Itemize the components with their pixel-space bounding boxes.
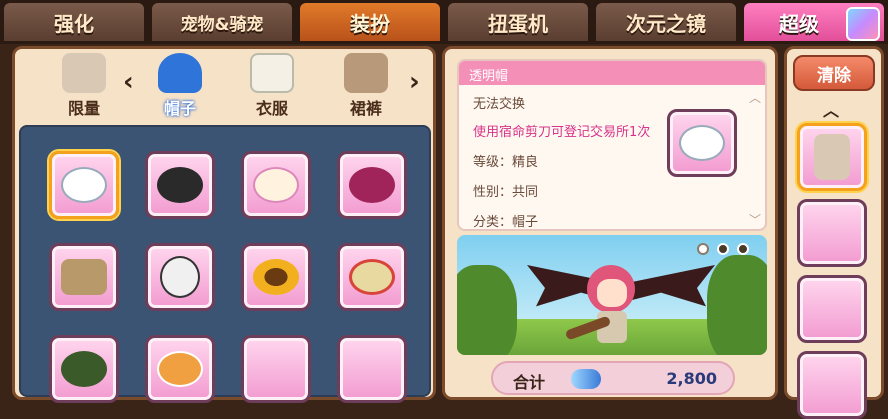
item-slot[interactable] — [337, 243, 407, 311]
bat-wing-right — [625, 265, 715, 307]
star-cap-icon — [61, 351, 107, 387]
category-clothes[interactable]: 衣服 — [237, 53, 307, 118]
item-slot[interactable] — [241, 151, 311, 219]
cart-slot-empty[interactable] — [797, 199, 867, 267]
tab-super-label: 超级 — [779, 11, 819, 36]
category-skirt-pants[interactable]: 裙裤 — [331, 53, 401, 118]
category-label: 限量 — [67, 99, 100, 118]
total-bar: 合计 2,800 — [491, 361, 735, 395]
clear-button[interactable]: 清除 — [793, 55, 875, 91]
tab-dimension-mirror[interactable]: 次元之镜 — [594, 1, 738, 43]
item-name: 透明帽 — [459, 61, 765, 85]
total-label: 合计 — [513, 373, 546, 392]
chevron-left-icon[interactable]: ‹ — [123, 67, 134, 97]
white-cap-icon — [679, 125, 725, 161]
category-label: 衣服 — [255, 99, 288, 118]
straw-cap-icon — [61, 259, 107, 295]
trade-note: 使用宿命剪刀可登记交易所1次 — [473, 125, 651, 140]
category-limited[interactable]: 限量 — [49, 53, 119, 118]
item-slot[interactable] — [49, 151, 119, 219]
white-cap-icon — [61, 167, 107, 203]
tab-gacha[interactable]: 扭蛋机 — [446, 1, 590, 43]
officer-hat-icon — [157, 167, 203, 203]
top-tab-bar: 强化 宠物&骑宠 装扮 扭蛋机 次元之镜 超级 — [0, 0, 888, 44]
scroll-down-icon[interactable]: ﹀ — [749, 211, 761, 228]
cart-slot-empty[interactable] — [797, 275, 867, 343]
item-slot[interactable] — [145, 335, 215, 403]
item-slot-empty[interactable] — [241, 335, 311, 403]
tab-enhance[interactable]: 强化 — [2, 1, 146, 43]
character-face — [597, 279, 627, 307]
category-hat[interactable]: 帽子 — [145, 53, 215, 118]
skull-mask-icon — [160, 256, 200, 298]
candy-currency-icon — [571, 369, 601, 389]
sunflower-icon — [253, 259, 299, 295]
tree-right — [707, 255, 767, 355]
item-grade: 等级：精良 — [473, 155, 539, 170]
shorts-icon — [344, 53, 388, 93]
cart-slot[interactable] — [797, 123, 867, 191]
item-slot[interactable] — [49, 243, 119, 311]
sun-hat-icon — [349, 259, 395, 295]
item-slot[interactable] — [337, 151, 407, 219]
tiger-cap-icon — [157, 351, 203, 387]
item-slot[interactable] — [241, 243, 311, 311]
item-preview-slot — [667, 109, 737, 177]
item-slot-empty[interactable] — [337, 335, 407, 403]
character-preview — [457, 235, 767, 355]
item-gender: 性别：共同 — [473, 185, 539, 200]
scroll-up-icon[interactable]: ︿ — [749, 89, 761, 106]
page-dot[interactable] — [697, 243, 709, 255]
item-slot[interactable] — [49, 335, 119, 403]
outfit-icon — [62, 53, 106, 93]
total-amount: 2,800 — [666, 369, 717, 388]
cart-slot-empty[interactable] — [797, 351, 867, 419]
item-slot[interactable] — [145, 243, 215, 311]
category-label: 裙裤 — [349, 99, 382, 118]
category-bar: 限量 ‹ 帽子 衣服 裙裤 › — [15, 49, 433, 119]
preview-page-dots — [697, 243, 749, 255]
trade-status: 无法交换 — [473, 97, 526, 112]
flower-bonnet-icon — [253, 167, 299, 203]
tree-left — [457, 265, 517, 355]
tab-fashion[interactable]: 装扮 — [298, 1, 442, 43]
item-browser-panel: 限量 ‹ 帽子 衣服 裙裤 › — [12, 46, 436, 403]
chevron-up-icon[interactable]: ︿ — [823, 97, 839, 121]
outfit-icon — [814, 134, 850, 180]
item-info-box: 透明帽 无法交换 使用宿命剪刀可登记交易所1次 等级：精良 性别：共同 分类：帽… — [457, 59, 767, 231]
page-dot[interactable] — [717, 243, 729, 255]
item-slot[interactable] — [145, 151, 215, 219]
chevron-right-icon[interactable]: › — [409, 67, 420, 97]
cart-panel: 清除 ︿ — [784, 46, 884, 419]
item-grid — [19, 125, 431, 403]
heart-helmet-icon — [349, 167, 395, 203]
page-dot[interactable] — [737, 243, 749, 255]
category-label: 帽子 — [163, 99, 196, 118]
gift-box-icon — [846, 7, 880, 41]
item-detail-panel: 透明帽 无法交换 使用宿命剪刀可登记交易所1次 等级：精良 性别：共同 分类：帽… — [442, 46, 778, 400]
blue-cap-icon — [158, 53, 202, 93]
tab-pets-mounts[interactable]: 宠物&骑宠 — [150, 1, 294, 43]
item-category: 分类：帽子 — [473, 215, 539, 230]
shirt-icon — [250, 53, 294, 93]
tab-super[interactable]: 超级 — [742, 1, 886, 43]
